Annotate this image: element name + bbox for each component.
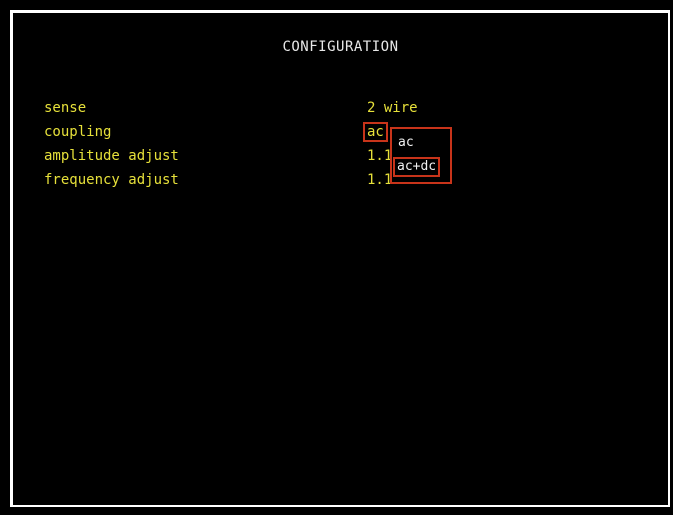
config-row-amplitude-adjust[interactable]: amplitude adjust 1.1000% bbox=[13, 148, 668, 168]
configuration-screen: CONFIGURATION sense 2 wire coupling ac a… bbox=[10, 10, 670, 507]
config-label-frequency-adjust: frequency adjust bbox=[44, 172, 179, 188]
config-row-coupling[interactable]: coupling ac bbox=[13, 122, 668, 144]
config-label-sense: sense bbox=[44, 100, 87, 116]
config-row-frequency-adjust[interactable]: frequency adjust 1.1000% bbox=[13, 172, 668, 192]
page-title: CONFIGURATION bbox=[282, 39, 399, 55]
coupling-dropdown-menu[interactable]: ac ac+dc bbox=[390, 127, 452, 184]
device-frame: CONFIGURATION sense 2 wire coupling ac a… bbox=[0, 0, 673, 515]
config-value-sense[interactable]: 2 wire bbox=[367, 100, 418, 116]
config-value-coupling[interactable]: ac bbox=[363, 122, 388, 142]
dropdown-option-ac[interactable]: ac bbox=[396, 135, 416, 151]
config-row-sense[interactable]: sense 2 wire bbox=[13, 100, 668, 120]
config-label-coupling: coupling bbox=[44, 124, 112, 140]
dropdown-option-ac-dc[interactable]: ac+dc bbox=[393, 157, 441, 177]
config-label-amplitude-adjust: amplitude adjust bbox=[44, 148, 179, 164]
